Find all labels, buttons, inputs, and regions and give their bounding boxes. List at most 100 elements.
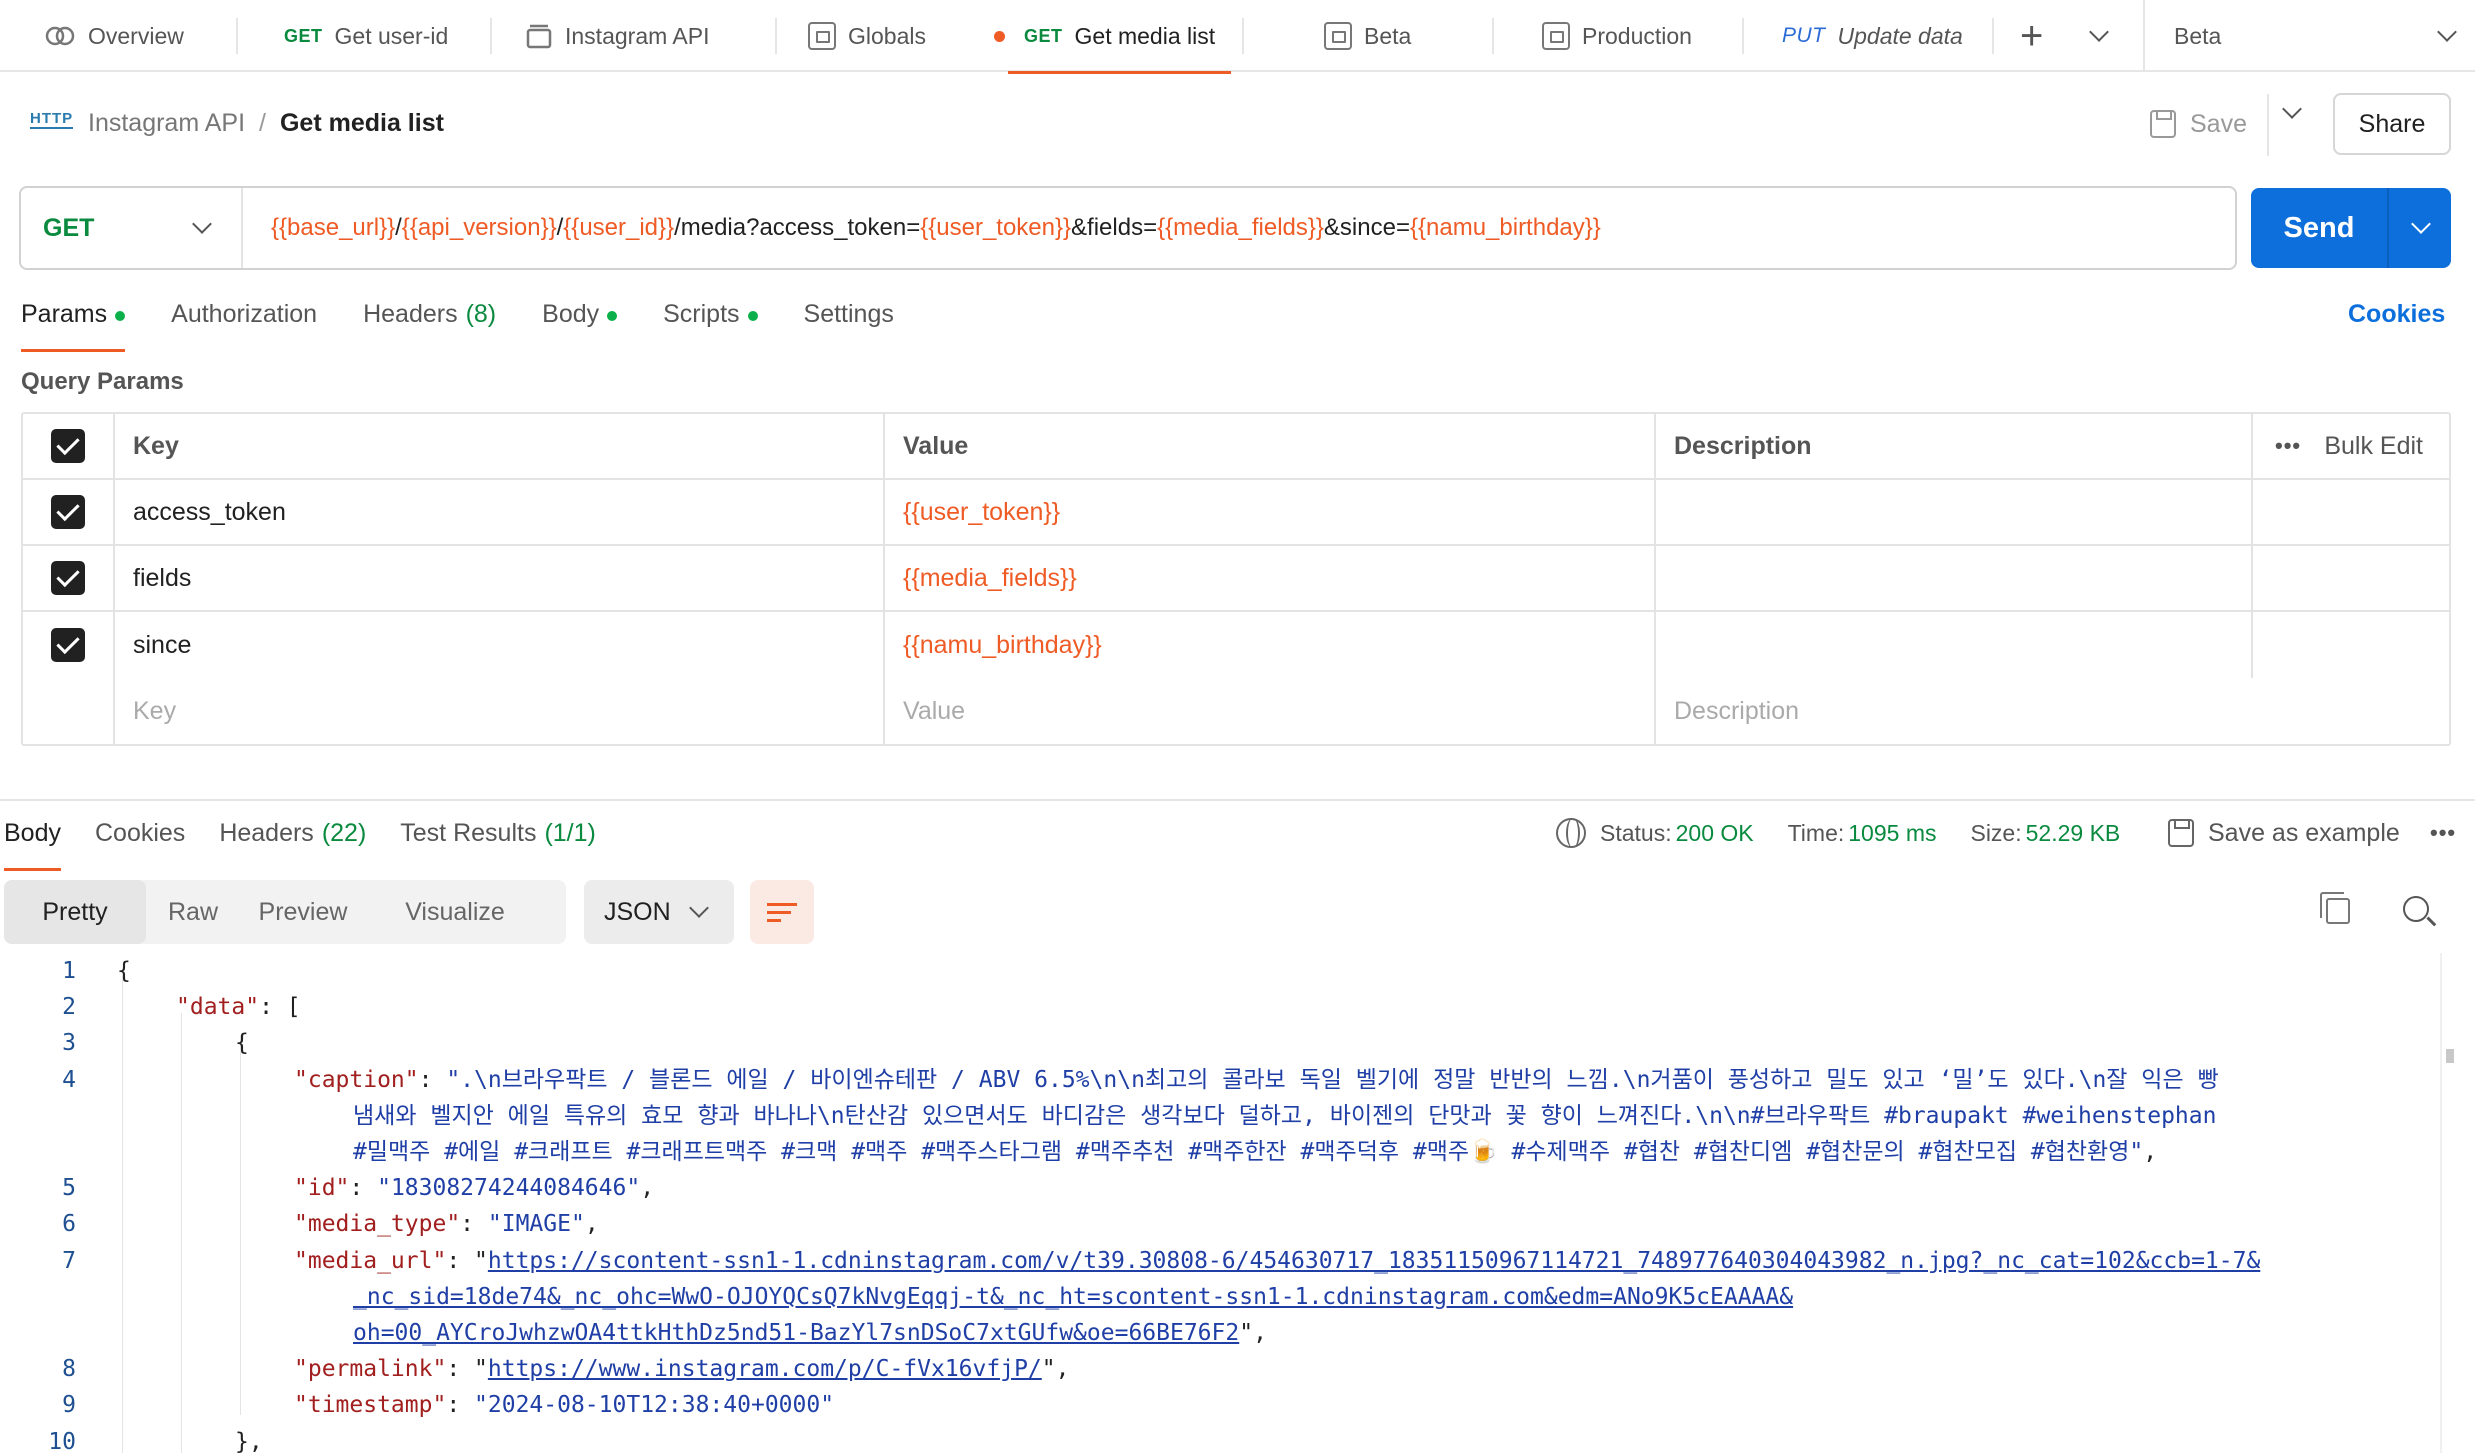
param-checkbox[interactable] (51, 561, 85, 595)
json-punctuation: ", (1239, 1320, 1267, 1346)
table-row: access_token {{user_token}} (23, 480, 2449, 546)
tab-get-media-list[interactable]: GET Get media list (1008, 0, 1232, 74)
request-tab-label: Body (542, 300, 600, 328)
save-label: Save (2190, 109, 2247, 138)
view-pretty[interactable]: Pretty (4, 880, 146, 944)
param-checkbox[interactable] (51, 628, 85, 662)
json-key: "timestamp" (294, 1392, 447, 1419)
code-line: 8 "permalink": "https://www.instagram.com… (0, 1351, 2440, 1387)
time-value[interactable]: 1095 ms (1848, 820, 1936, 847)
value-placeholder[interactable]: Value (885, 678, 1656, 744)
view-preview[interactable]: Preview (240, 880, 366, 944)
share-button[interactable]: Share (2333, 93, 2451, 155)
save-as-example-button[interactable]: Save as example (2168, 812, 2400, 854)
url-segment: &since= (1323, 214, 1410, 241)
param-row-actions (2253, 612, 2449, 678)
tab-instagram-api[interactable]: Instagram API (525, 0, 709, 72)
breadcrumb-collection[interactable]: Instagram API (88, 109, 245, 138)
more-options-icon[interactable]: ••• (2430, 820, 2456, 846)
bulk-edit-button[interactable]: Bulk Edit (2324, 432, 2423, 461)
param-key[interactable]: access_token (115, 480, 885, 544)
param-description[interactable] (1656, 546, 2253, 610)
url-variable: {{namu_birthday}} (1409, 214, 1601, 241)
json-link[interactable]: https://scontent-ssn1-1.cdninstagram.com… (488, 1248, 2260, 1274)
select-all-checkbox[interactable] (51, 429, 85, 463)
format-dropdown[interactable]: JSON (584, 880, 734, 944)
param-key[interactable]: fields (115, 546, 885, 610)
status-value[interactable]: 200 OK (1676, 820, 1754, 847)
save-options-dropdown[interactable] (2282, 99, 2302, 119)
json-key: "caption" (294, 1066, 419, 1093)
size-value[interactable]: 52.29 KB (2026, 820, 2121, 847)
param-row-actions (2253, 546, 2449, 610)
http-request-icon: HTTP (30, 110, 74, 129)
json-punctuation: : [ (259, 994, 301, 1021)
copy-icon[interactable] (2320, 892, 2350, 924)
json-string: "2024-08-10T12:38:40+0000" (474, 1392, 835, 1419)
tab-get-user-id[interactable]: GET Get user-id (284, 0, 448, 72)
network-globe-icon[interactable] (1556, 818, 1586, 848)
json-punctuation: }, (235, 1428, 263, 1453)
tab-update-data[interactable]: PUT Update data (1782, 0, 1963, 72)
json-link[interactable]: https://www.instagram.com/p/C-fVx16vfjP/ (488, 1356, 1042, 1382)
send-options-chevron-icon[interactable] (2411, 214, 2431, 234)
breadcrumb: Instagram API / Get media list (88, 103, 444, 143)
response-body-code[interactable]: 1{2 "data": [3{4 "caption": ".\n브라우팍트 / 블론… (0, 953, 2440, 1453)
method-selector[interactable]: GET (21, 188, 243, 268)
url-variable: {{media_fields}} (1157, 214, 1324, 241)
response-tab-test-results[interactable]: Test Results (1/1) (400, 815, 596, 871)
line-number: 6 (62, 1211, 76, 1238)
request-tab-settings[interactable]: Settings (804, 296, 894, 352)
tab-globals[interactable]: Globals (808, 0, 1005, 72)
param-value[interactable]: {{user_token}} (885, 480, 1656, 544)
search-icon[interactable] (2403, 896, 2429, 922)
save-button[interactable]: Save (2150, 96, 2247, 152)
tab-overview[interactable]: Overview (44, 0, 184, 72)
view-visualize[interactable]: Visualize (366, 880, 544, 944)
tab-label: Beta (1364, 22, 1412, 49)
param-value[interactable]: {{namu_birthday}} (885, 612, 1656, 678)
key-placeholder[interactable]: Key (115, 678, 885, 744)
param-description[interactable] (1656, 480, 2253, 544)
tab-list-dropdown[interactable] (2089, 0, 2109, 72)
response-tab-body[interactable]: Body (4, 815, 61, 871)
request-title[interactable]: Get media list (280, 109, 444, 138)
request-tab-params[interactable]: Params (21, 296, 126, 352)
response-tab-count: (1/1) (544, 819, 596, 847)
json-link[interactable]: _nc_sid=18de74&_nc_ohc=WwO-OJOYQCsQ7kNvg… (353, 1284, 1793, 1310)
param-description[interactable] (1656, 612, 2253, 678)
line-number: 1 (62, 958, 76, 984)
response-scrollbar[interactable] (2440, 953, 2442, 1453)
cookies-link[interactable]: Cookies (2348, 300, 2445, 329)
wrap-lines-button[interactable] (750, 880, 814, 944)
table-row: fields {{media_fields}} (23, 546, 2449, 612)
new-tab-button[interactable]: + (2020, 0, 2043, 72)
send-button[interactable]: Send (2251, 212, 2387, 245)
json-key: "id" (294, 1175, 350, 1202)
json-link[interactable]: oh=00_AYCroJwhzwOA4ttkHthDz5nd51-BazYl7s… (353, 1320, 1239, 1346)
param-value-variable: {{media_fields}} (903, 563, 1077, 592)
json-punctuation: ", (1041, 1356, 1070, 1383)
request-tab-body[interactable]: Body (542, 296, 618, 352)
url-input[interactable]: {{base_url}}/{{api_version}}/{{user_id}}… (243, 214, 1601, 242)
json-punctuation: , (640, 1175, 655, 1202)
code-text: "permalink": "https://www.instagram.com/… (294, 1351, 1069, 1387)
more-options-icon[interactable]: ••• (2275, 433, 2301, 459)
tab-production[interactable]: Production (1542, 0, 1692, 72)
param-checkbox[interactable] (51, 495, 85, 529)
param-value[interactable]: {{media_fields}} (885, 546, 1656, 610)
param-key[interactable]: since (115, 612, 885, 678)
request-tab-scripts[interactable]: Scripts (663, 296, 758, 352)
tab-beta[interactable]: Beta (1324, 0, 1411, 72)
response-tab-cookies[interactable]: Cookies (95, 815, 185, 871)
environment-selector[interactable]: Beta (2174, 0, 2457, 72)
request-tab-authorization[interactable]: Authorization (171, 296, 317, 352)
scrollbar-thumb[interactable] (2446, 1049, 2454, 1063)
chevron-down-icon (2089, 22, 2109, 42)
table-row-empty: Key Value Description (23, 678, 2449, 744)
response-tab-headers[interactable]: Headers (22) (219, 815, 366, 871)
description-placeholder[interactable]: Description (1656, 678, 2449, 744)
request-tab-headers[interactable]: Headers (8) (363, 296, 496, 352)
view-raw[interactable]: Raw (146, 880, 240, 944)
response-tab-label: Headers (219, 819, 314, 847)
